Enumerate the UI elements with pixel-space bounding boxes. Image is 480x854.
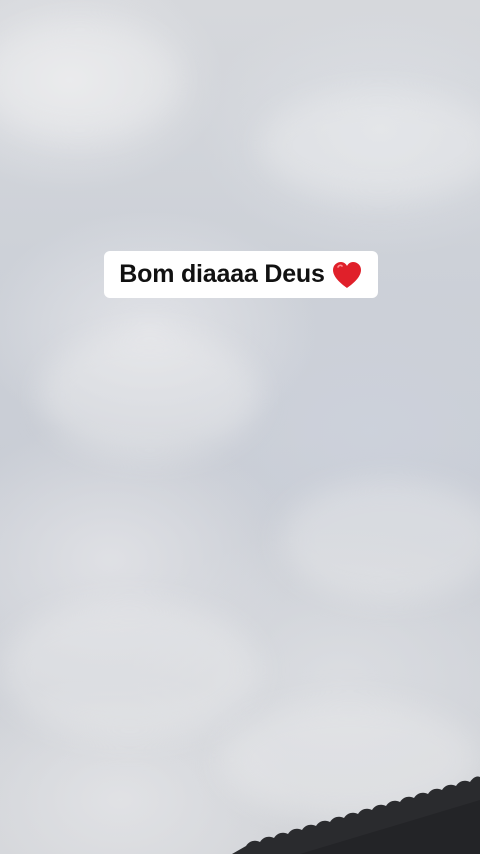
photo-scene: Bom diaaaa Deus (0, 0, 480, 854)
cloud (0, 600, 260, 740)
heart-icon (331, 260, 363, 290)
caption-text: Bom diaaaa Deus (119, 260, 325, 288)
cloud (40, 330, 260, 460)
cloud (220, 700, 480, 820)
caption-box: Bom diaaaa Deus (104, 251, 378, 298)
